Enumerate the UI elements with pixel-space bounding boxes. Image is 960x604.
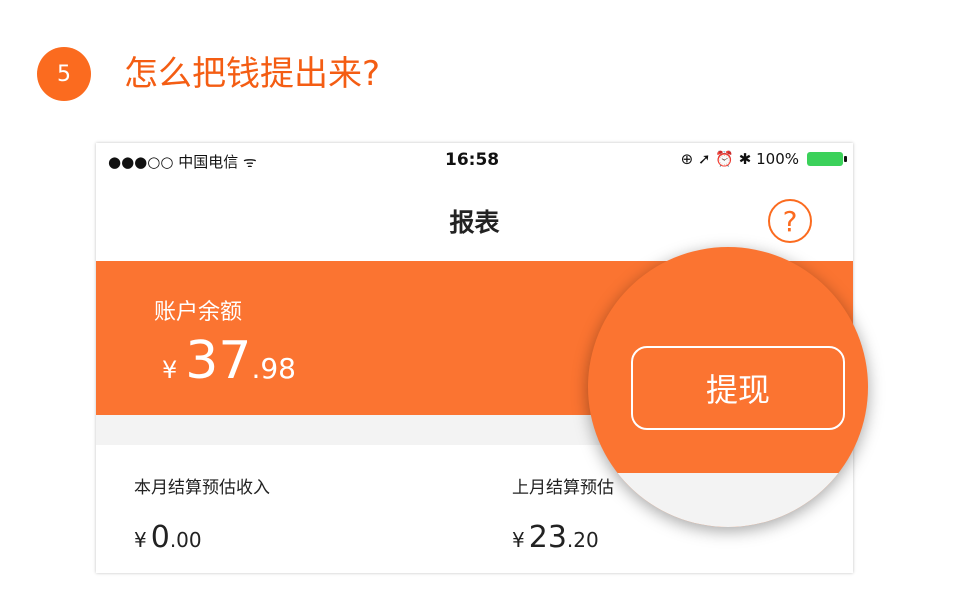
stat-currency: ¥: [134, 528, 147, 552]
status-icons: ⊕ ➚ ⏰ ✱ 100%: [680, 150, 799, 168]
stat-decimal: .20: [566, 528, 599, 552]
balance-amount: ¥37.98: [162, 331, 296, 391]
balance-integer: 37: [185, 331, 252, 391]
magnifier-callout: 提现: [588, 247, 868, 527]
status-time: 16:58: [445, 150, 500, 170]
help-icon[interactable]: ?: [768, 199, 812, 243]
magnifier-lower-band: [588, 473, 868, 527]
withdraw-button[interactable]: 提现: [631, 346, 845, 430]
help-icon-glyph: ?: [782, 204, 798, 238]
step-title: 怎么把钱提出来?: [124, 54, 381, 94]
stat-integer: 0: [150, 520, 170, 555]
status-right: ⊕ ➚ ⏰ ✱ 100%: [680, 150, 847, 168]
stat-currency: ¥: [512, 528, 525, 552]
stat-value: ¥0.00: [134, 520, 270, 555]
battery-icon: [807, 152, 847, 166]
stat-label: 本月结算预估收入: [134, 478, 270, 498]
page-title: 报表: [449, 208, 500, 237]
stat-integer: 23: [528, 520, 567, 555]
step-number-badge: 5: [37, 47, 91, 101]
balance-label: 账户余额: [154, 300, 243, 325]
carrier-signal: ●●●○○ 中国电信 ᯤ: [108, 153, 257, 171]
step-number: 5: [57, 61, 71, 87]
stat-decimal: .00: [169, 528, 202, 552]
balance-currency: ¥: [162, 356, 178, 384]
stat-this-month: 本月结算预估收入 ¥0.00: [134, 473, 270, 555]
balance-decimal: .98: [251, 352, 296, 385]
status-bar: ●●●○○ 中国电信 ᯤ 16:58 ⊕ ➚ ⏰ ✱ 100%: [96, 143, 853, 179]
